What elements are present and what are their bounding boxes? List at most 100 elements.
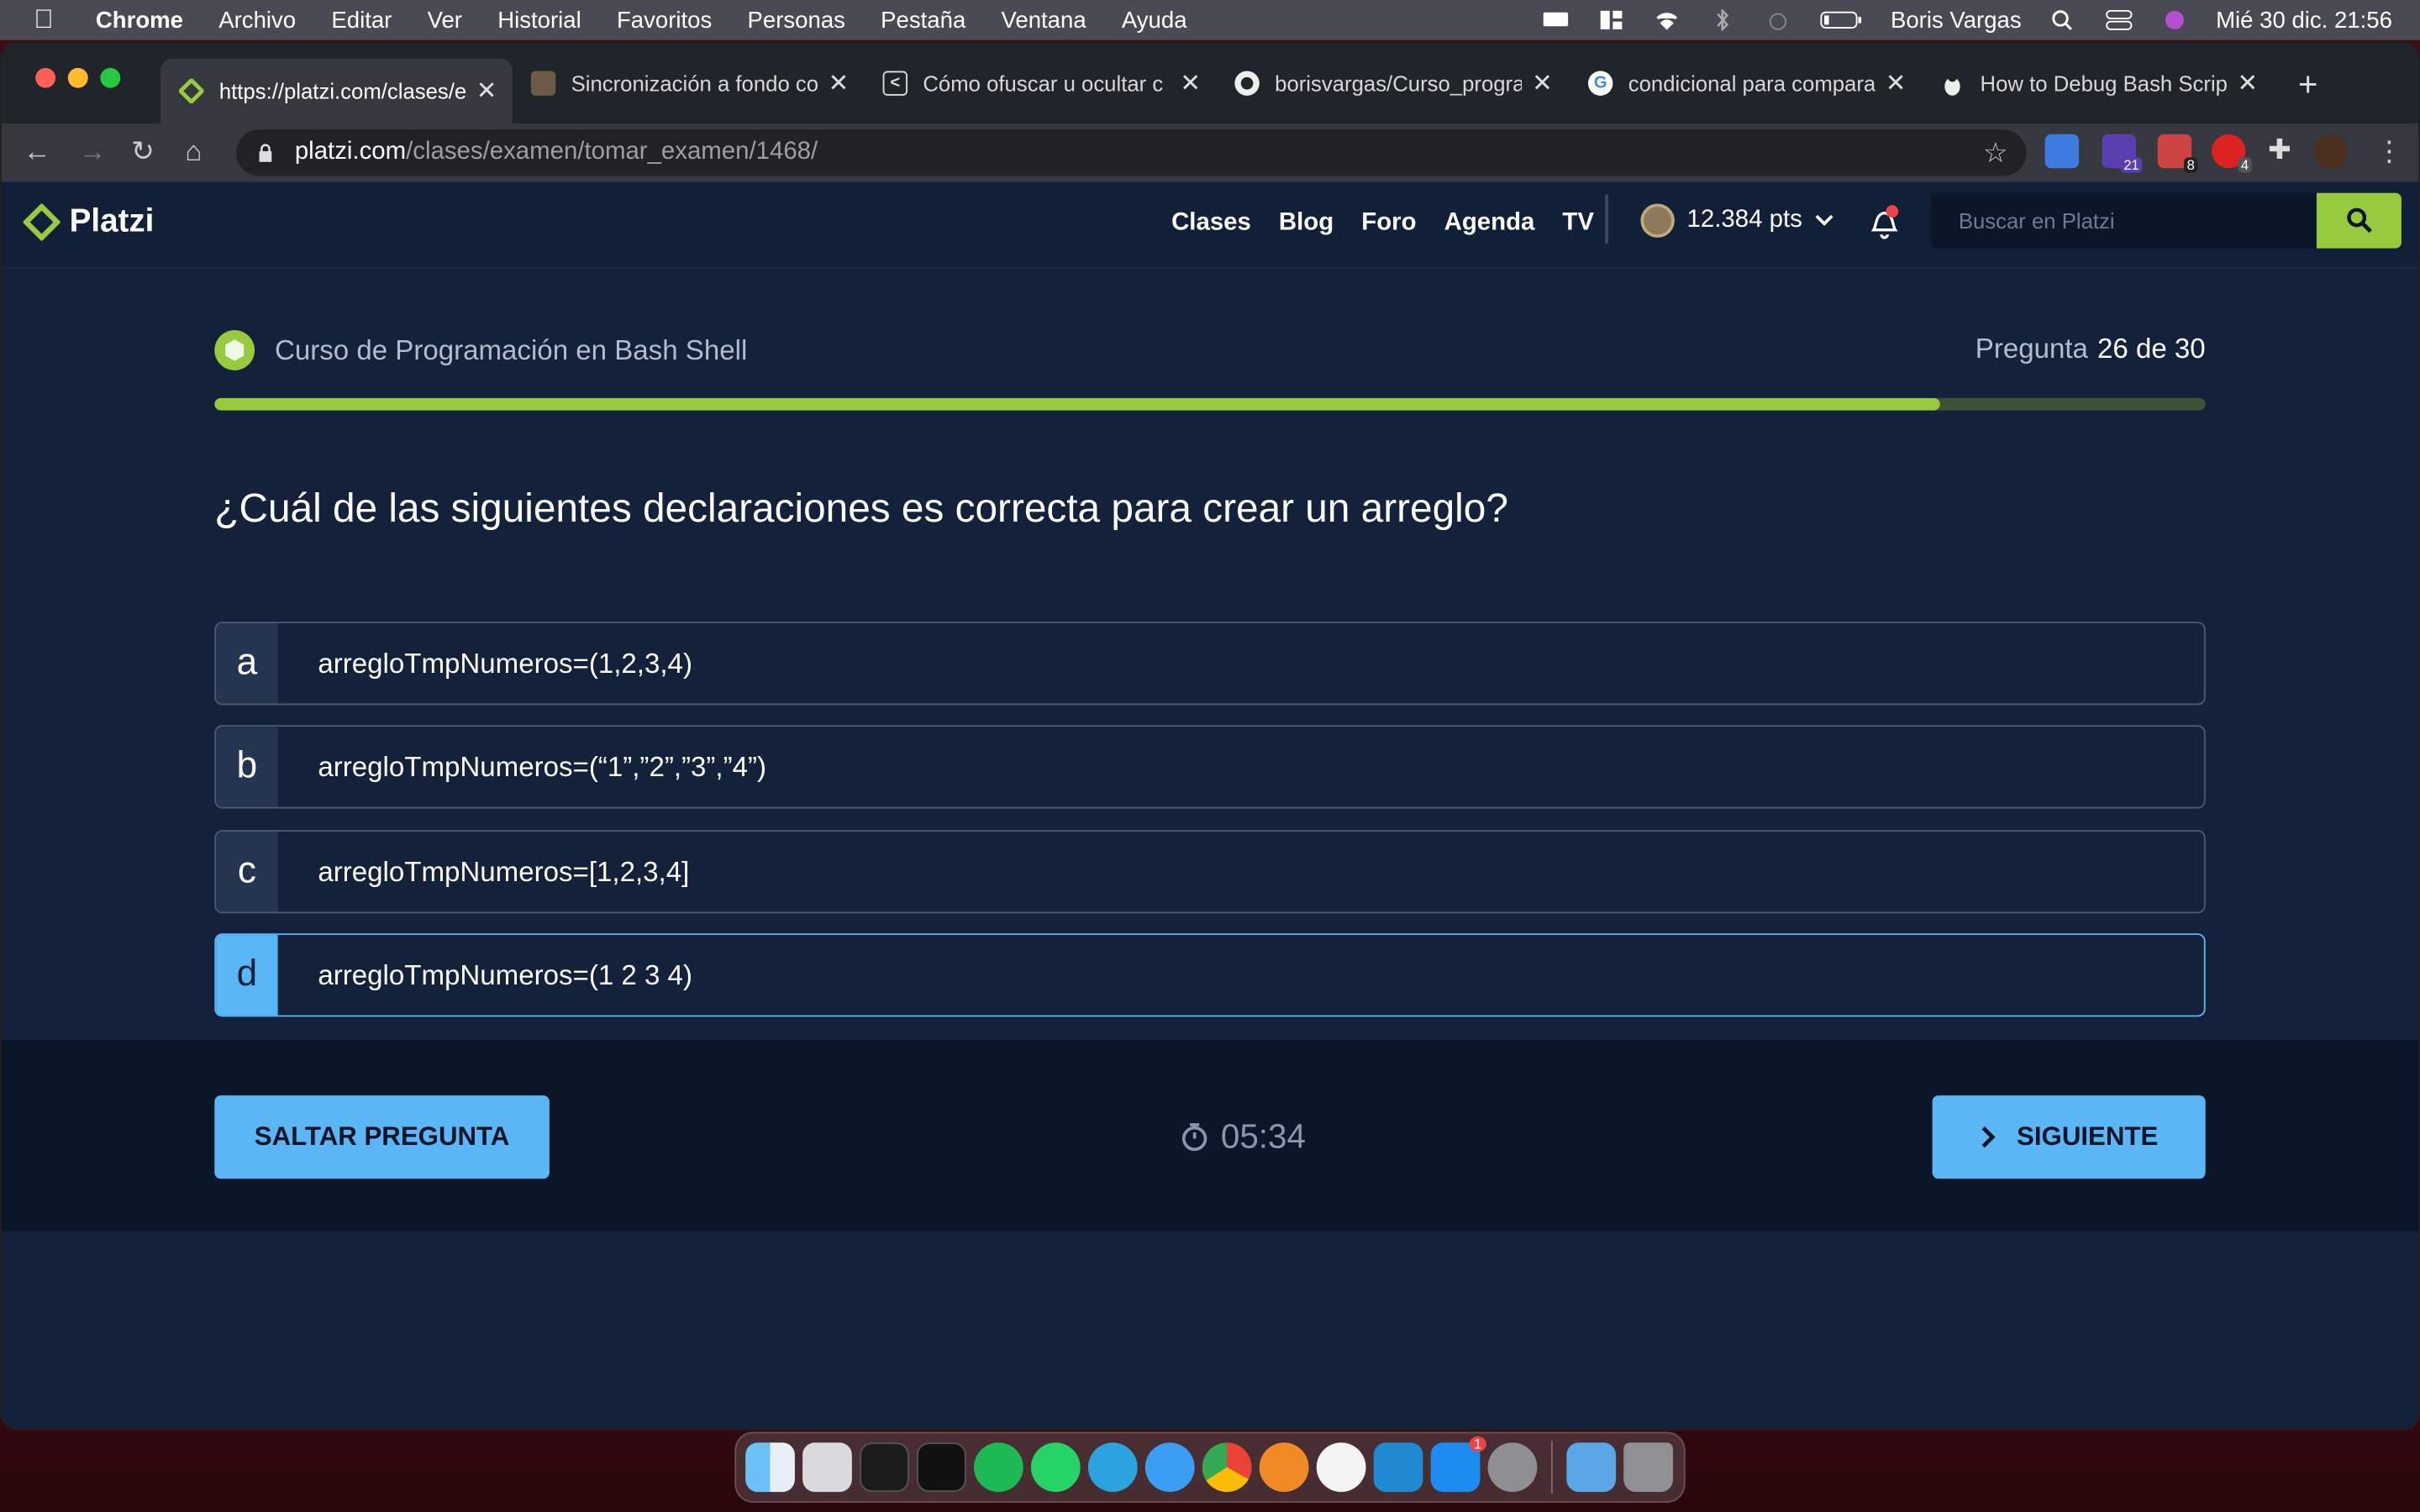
close-tab-icon[interactable]: ✕ [1886, 68, 1907, 99]
answer-option-b[interactable]: b arregloTmpNumeros=(“1”,”2”,”3”,”4”) [214, 725, 2206, 809]
menu-personas[interactable]: Personas [748, 7, 845, 33]
extension-icon[interactable]: 8 [2157, 134, 2198, 173]
nav-agenda[interactable]: Agenda [1444, 210, 1535, 238]
maximize-window-button[interactable] [100, 67, 121, 88]
menu-archivo[interactable]: Archivo [218, 7, 296, 33]
back-icon[interactable]: ← [24, 136, 51, 169]
nav-clases[interactable]: Clases [1171, 210, 1251, 238]
next-question-button[interactable]: SIGUIENTE [1932, 1095, 2206, 1179]
tab-google[interactable]: G condicional para compara ✕ [1570, 59, 1922, 108]
home-icon[interactable]: ⌂ [185, 136, 202, 169]
translate-extension-icon[interactable] [2044, 134, 2080, 169]
tab-bar: https://platzi.com/clases/e ✕ Sincroniza… [1, 43, 2419, 123]
skip-question-button[interactable]: SALTAR PREGUNTA [214, 1095, 550, 1179]
answer-option-a[interactable]: a arregloTmpNumeros=(1,2,3,4) [214, 622, 2206, 706]
question-counter-value: 26 de 30 [2096, 333, 2206, 365]
next-button-label: SIGUIENTE [2017, 1121, 2159, 1152]
bluetooth-icon[interactable] [1708, 9, 1736, 31]
spotify-icon[interactable] [973, 1442, 1023, 1493]
sketch-icon[interactable] [1259, 1442, 1309, 1493]
answer-option-d[interactable]: d arregloTmpNumeros=(1 2 3 4) [214, 933, 2206, 1017]
window-controls [35, 67, 121, 88]
points-value: 12.384 pts [1686, 207, 1802, 234]
finder-icon[interactable] [745, 1442, 795, 1493]
menu-ventana[interactable]: Ventana [1002, 7, 1086, 33]
siri-icon[interactable] [2160, 9, 2188, 31]
search-icon [2346, 207, 2371, 234]
appstore-icon[interactable]: 1 [1430, 1436, 1486, 1493]
more-menu-icon[interactable]: ⋮ [2375, 136, 2403, 169]
battery-icon[interactable] [1819, 9, 1862, 31]
bookmark-star-icon[interactable]: ☆ [1983, 137, 2008, 170]
close-tab-icon[interactable]: ✕ [476, 76, 497, 107]
extension-icon[interactable]: 4 [2212, 134, 2252, 173]
terminal-icon[interactable] [860, 1442, 909, 1493]
reload-icon[interactable]: ↻ [131, 136, 155, 169]
spotlight-search-icon[interactable] [2049, 9, 2077, 31]
layout-icon[interactable] [1597, 9, 1625, 31]
tab-title: condicional para compara [1628, 71, 1876, 96]
nav-foro[interactable]: Foro [1361, 210, 1416, 238]
tab-title: Cómo ofuscar u ocultar c [923, 71, 1164, 96]
tab-ofuscar[interactable]: < Cómo ofuscar u ocultar c ✕ [865, 59, 1217, 108]
option-text: arregloTmpNumeros=(“1”,”2”,”3”,”4”) [318, 750, 767, 782]
notifications-bell-icon[interactable] [1867, 203, 1901, 240]
puzzle-icon[interactable]: ✚ [2263, 134, 2296, 168]
safari-icon[interactable] [1144, 1442, 1195, 1493]
menu-editar[interactable]: Editar [331, 7, 392, 33]
settings-icon[interactable] [1487, 1442, 1538, 1493]
platzi-icon [179, 78, 204, 104]
question-counter: Pregunta 26 de 30 [1975, 333, 2206, 366]
downloads-folder-icon[interactable] [1566, 1442, 1617, 1493]
platzi-logo[interactable]: Platzi [23, 203, 154, 241]
notification-icon[interactable] [1542, 9, 1570, 31]
nav-blog[interactable]: Blog [1279, 210, 1334, 238]
menu-pestana[interactable]: Pestaña [881, 7, 965, 33]
search-button[interactable] [2316, 192, 2402, 249]
macos-dock: 1 [734, 1431, 1686, 1503]
tab-platzi[interactable]: https://platzi.com/clases/e ✕ [160, 58, 513, 123]
address-bar[interactable]: platzi.com/clases/examen/tomar_examen/14… [236, 129, 2027, 176]
exam-content: Curso de Programación en Bash Shell Preg… [1, 268, 2419, 1040]
option-letter: a [216, 623, 278, 704]
minimize-window-button[interactable] [67, 67, 88, 88]
menu-user-name[interactable]: Boris Vargas [1891, 7, 2022, 33]
menu-datetime[interactable]: Mié 30 dic. 21:56 [2216, 7, 2392, 33]
chrome-icon[interactable] [1202, 1442, 1252, 1493]
trash-icon[interactable] [1623, 1442, 1674, 1493]
timer-value: 05:34 [1220, 1116, 1306, 1156]
whatsapp-icon[interactable] [1030, 1442, 1081, 1493]
points-menu[interactable]: 12.384 pts [1640, 203, 1833, 238]
menu-favoritos[interactable]: Favoritos [617, 7, 712, 33]
textedit-icon[interactable] [1316, 1442, 1366, 1493]
close-tab-icon[interactable]: ✕ [829, 68, 850, 99]
close-tab-icon[interactable]: ✕ [1532, 68, 1553, 99]
profile-avatar[interactable] [2313, 134, 2348, 169]
tab-github[interactable]: borisvargas/Curso_progra ✕ [1216, 59, 1568, 108]
tab-sincronizacion[interactable]: Sincronización a fondo co ✕ [513, 59, 865, 108]
extension-icon[interactable]: 21 [2102, 134, 2143, 173]
wifi-icon[interactable] [1653, 9, 1681, 31]
telegram-icon[interactable] [1087, 1442, 1138, 1493]
launchpad-icon[interactable] [802, 1442, 852, 1493]
control-center-icon[interactable] [2105, 9, 2133, 31]
menu-ver[interactable]: Ver [428, 7, 462, 33]
airdrop-icon[interactable] [1764, 9, 1791, 31]
tab-debug-bash[interactable]: How to Debug Bash Scrip ✕ [1922, 59, 2274, 108]
answer-option-c[interactable]: c arregloTmpNumeros=[1,2,3,4] [214, 830, 2206, 914]
course-badge-icon [214, 330, 255, 370]
iterm-icon[interactable] [917, 1442, 966, 1493]
menu-app-name[interactable]: Chrome [96, 7, 183, 33]
search-input[interactable] [1930, 192, 2317, 249]
forward-icon[interactable]: → [79, 136, 107, 169]
close-tab-icon[interactable]: ✕ [1180, 68, 1201, 99]
menu-ayuda[interactable]: Ayuda [1122, 7, 1187, 33]
nav-tv[interactable]: TV [1562, 210, 1594, 238]
close-tab-icon[interactable]: ✕ [2238, 68, 2259, 99]
vscode-icon[interactable] [1373, 1442, 1423, 1493]
close-window-button[interactable] [35, 67, 56, 88]
apple-icon[interactable]:  [34, 5, 61, 34]
new-tab-icon[interactable]: + [2298, 65, 2318, 105]
menu-historial[interactable]: Historial [497, 7, 581, 33]
dock-divider [1550, 1441, 1553, 1494]
